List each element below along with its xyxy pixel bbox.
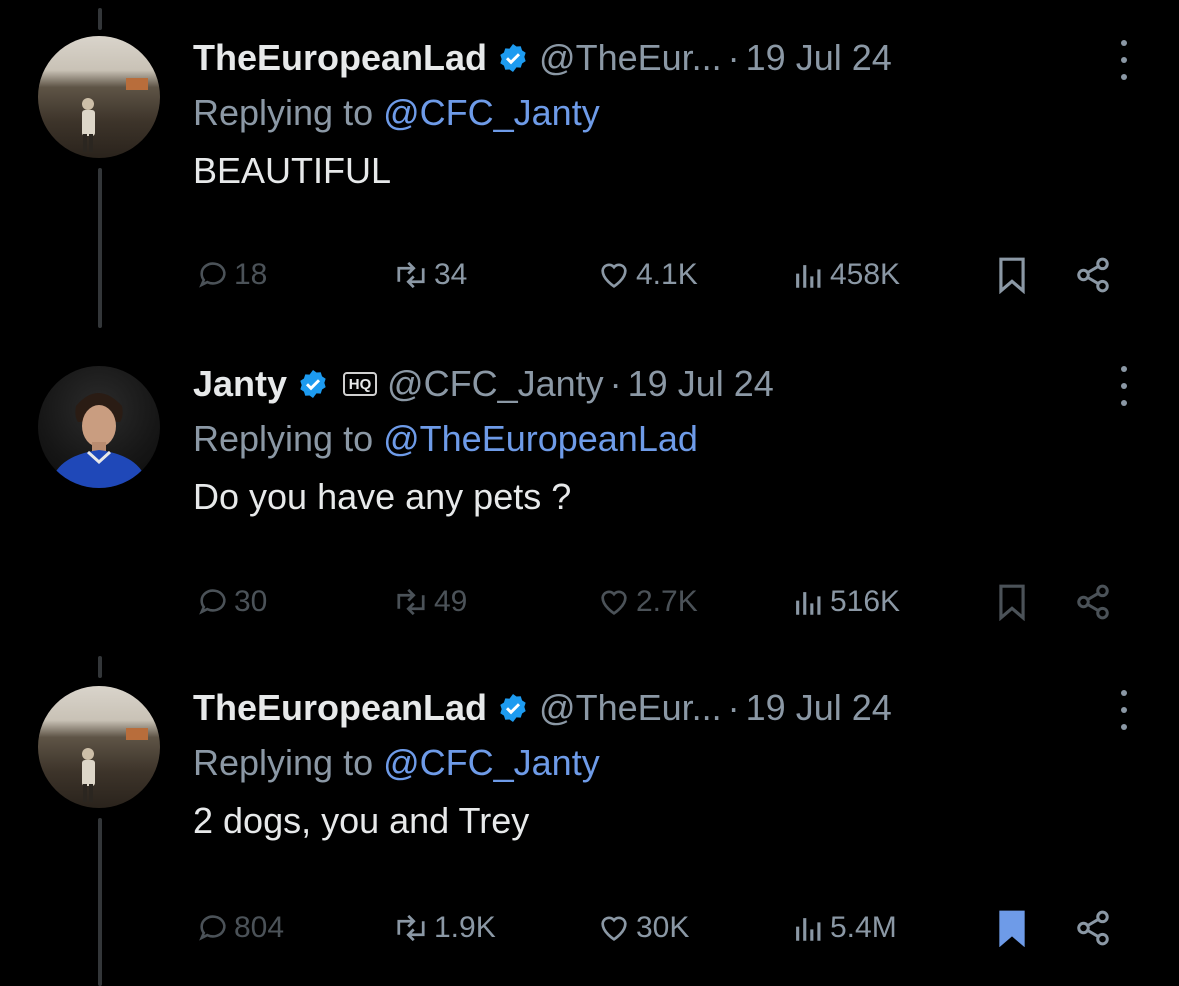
bookmark-button[interactable]	[996, 582, 1028, 622]
reply-icon	[199, 262, 226, 288]
display-name[interactable]: TheEuropeanLad	[193, 687, 487, 729]
handle[interactable]: @CFC_Janty	[387, 363, 604, 405]
reply-count: 804	[234, 911, 285, 944]
action-bar: 804 1.9K 30K 5.4M	[0, 908, 1179, 948]
like-icon	[601, 916, 627, 941]
timestamp[interactable]: 19 Jul 24	[746, 37, 892, 79]
bookmark-icon	[999, 257, 1025, 294]
tweet-header: TheEuropeanLad @TheEur... · 19 Jul 24	[193, 684, 1139, 732]
reply-icon	[199, 915, 226, 941]
avatar[interactable]	[38, 36, 160, 158]
views-button[interactable]: 5.4M	[792, 908, 897, 948]
timestamp[interactable]: 19 Jul 24	[746, 687, 892, 729]
handle[interactable]: @TheEur...	[539, 687, 722, 729]
replying-prefix: Replying to	[193, 418, 384, 459]
reply-button[interactable]: 804	[196, 908, 284, 948]
mention-link[interactable]: @TheEuropeanLad	[383, 418, 698, 459]
verified-icon	[300, 370, 326, 398]
share-icon	[1077, 910, 1109, 946]
action-bar: 18 34 4.1K 458K	[0, 255, 1179, 295]
separator-dot: ·	[727, 37, 740, 78]
affiliate-badge[interactable]: HQ	[343, 372, 378, 396]
like-count: 30K	[636, 911, 690, 944]
more-icon[interactable]	[1119, 366, 1129, 406]
reply-button[interactable]: 18	[196, 255, 267, 295]
views-icon	[796, 265, 821, 288]
more-icon[interactable]	[1119, 40, 1129, 80]
display-name[interactable]: TheEuropeanLad	[193, 37, 487, 79]
verified-icon	[500, 44, 526, 72]
views-button[interactable]: 516K	[792, 582, 900, 622]
like-count: 2.7K	[636, 585, 698, 618]
reply-icon	[199, 589, 226, 615]
mention-link[interactable]: @CFC_Janty	[383, 92, 600, 133]
tweet-text: BEAUTIFUL	[193, 150, 392, 191]
tweet-header: TheEuropeanLad @TheEur... · 19 Jul 24	[193, 34, 1139, 82]
share-button[interactable]	[1074, 908, 1112, 948]
action-bar: 30 49 2.7K 516K	[0, 582, 1179, 622]
replying-prefix: Replying to	[193, 92, 384, 133]
more-icon[interactable]	[1119, 690, 1129, 730]
like-count: 4.1K	[636, 258, 698, 291]
tweet-text: Do you have any pets ?	[193, 476, 572, 517]
share-button[interactable]	[1074, 582, 1112, 622]
share-icon	[1077, 257, 1109, 293]
reply-count: 30	[234, 585, 268, 618]
repost-button[interactable]: 34	[392, 255, 467, 295]
repost-button[interactable]: 49	[392, 582, 467, 622]
repost-count: 34	[434, 258, 468, 291]
avatar[interactable]	[38, 686, 160, 808]
like-icon	[601, 590, 627, 615]
replying-prefix: Replying to	[193, 742, 384, 783]
share-icon	[1077, 584, 1109, 620]
views-button[interactable]: 458K	[792, 255, 900, 295]
share-button[interactable]	[1074, 255, 1112, 295]
bookmark-icon	[999, 584, 1025, 621]
repost-button[interactable]: 1.9K	[392, 908, 496, 948]
thread-line-3	[98, 818, 102, 986]
verified-icon	[500, 694, 526, 722]
display-name[interactable]: Janty	[193, 363, 287, 405]
like-button[interactable]: 2.7K	[596, 582, 698, 622]
bookmark-button[interactable]	[996, 908, 1028, 948]
views-count: 458K	[830, 258, 901, 291]
bookmark-button[interactable]	[996, 255, 1028, 295]
like-button[interactable]: 30K	[596, 908, 689, 948]
reply-count: 18	[234, 258, 268, 291]
thread-line-1	[98, 168, 102, 328]
reply-button[interactable]: 30	[196, 582, 267, 622]
like-icon	[601, 263, 627, 288]
avatar[interactable]	[38, 366, 160, 488]
tweet-text: 2 dogs, you and Trey	[193, 800, 530, 841]
views-count: 5.4M	[830, 911, 897, 944]
replying-to: Replying to @TheEuropeanLad	[193, 418, 1139, 460]
thread-line-3-top	[98, 656, 102, 678]
separator-dot: ·	[727, 687, 740, 728]
repost-count: 49	[434, 585, 468, 618]
repost-icon	[397, 261, 425, 289]
handle[interactable]: @TheEur...	[539, 37, 722, 79]
mention-link[interactable]: @CFC_Janty	[383, 742, 600, 783]
repost-icon	[397, 914, 425, 942]
repost-icon	[397, 588, 425, 616]
views-icon	[796, 918, 821, 941]
tweet-header: Janty HQ @CFC_Janty · 19 Jul 24	[193, 360, 1139, 408]
views-count: 516K	[830, 585, 901, 618]
like-button[interactable]: 4.1K	[596, 255, 698, 295]
views-icon	[796, 592, 821, 615]
bookmark-icon	[999, 910, 1025, 947]
separator-dot: ·	[609, 363, 622, 404]
replying-to: Replying to @CFC_Janty	[193, 92, 1139, 134]
timestamp[interactable]: 19 Jul 24	[628, 363, 774, 405]
thread-line-top	[98, 8, 102, 30]
repost-count: 1.9K	[434, 911, 496, 944]
replying-to: Replying to @CFC_Janty	[193, 742, 1139, 784]
